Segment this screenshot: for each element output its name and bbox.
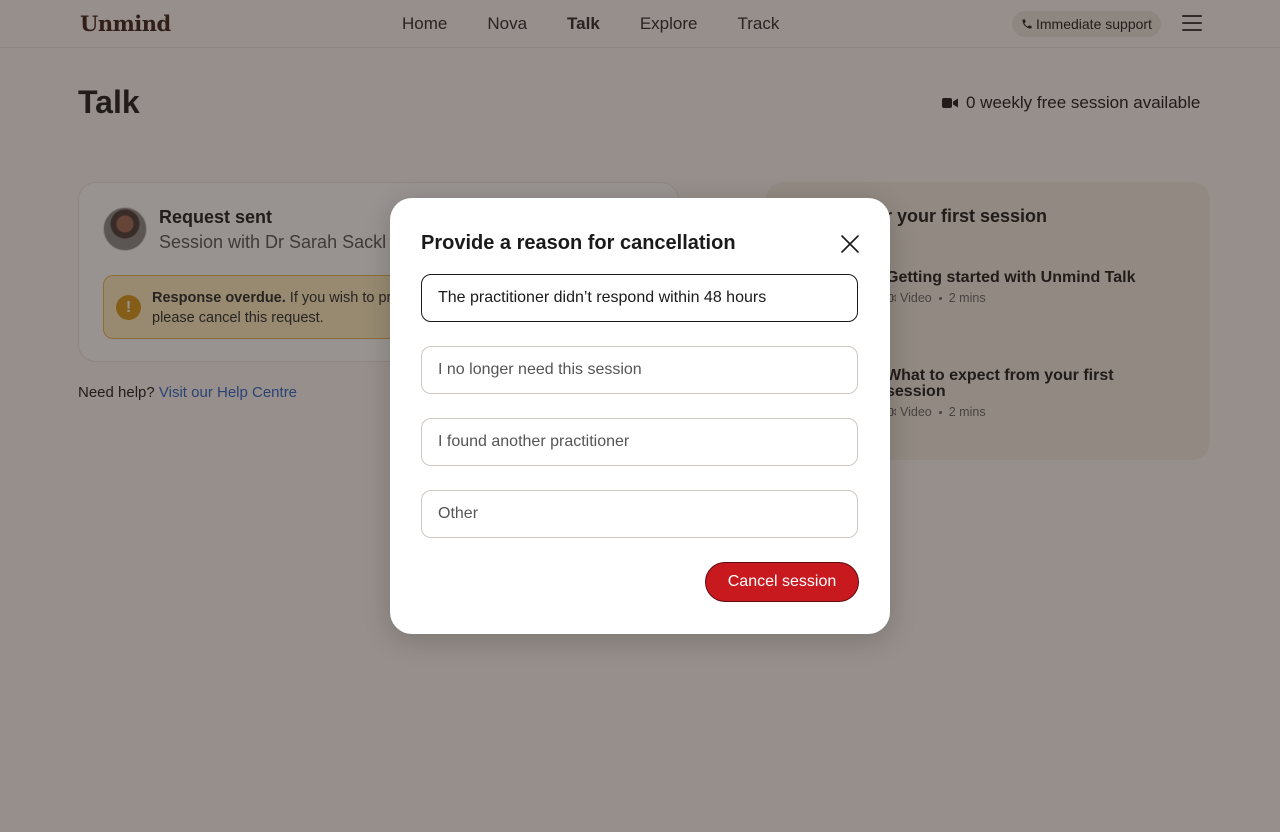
cancel-session-button[interactable]: Cancel session — [705, 562, 859, 602]
reason-option-no-response[interactable]: The practitioner didn’t respond within 4… — [421, 274, 858, 322]
close-icon[interactable] — [840, 234, 860, 254]
modal-title: Provide a reason for cancellation — [421, 232, 736, 254]
reason-option-no-longer-need[interactable]: I no longer need this session — [421, 346, 858, 394]
reason-option-other[interactable]: Other — [421, 490, 858, 538]
cancellation-modal: Provide a reason for cancellation The pr… — [390, 198, 890, 634]
reason-option-another-practitioner[interactable]: I found another practitioner — [421, 418, 858, 466]
